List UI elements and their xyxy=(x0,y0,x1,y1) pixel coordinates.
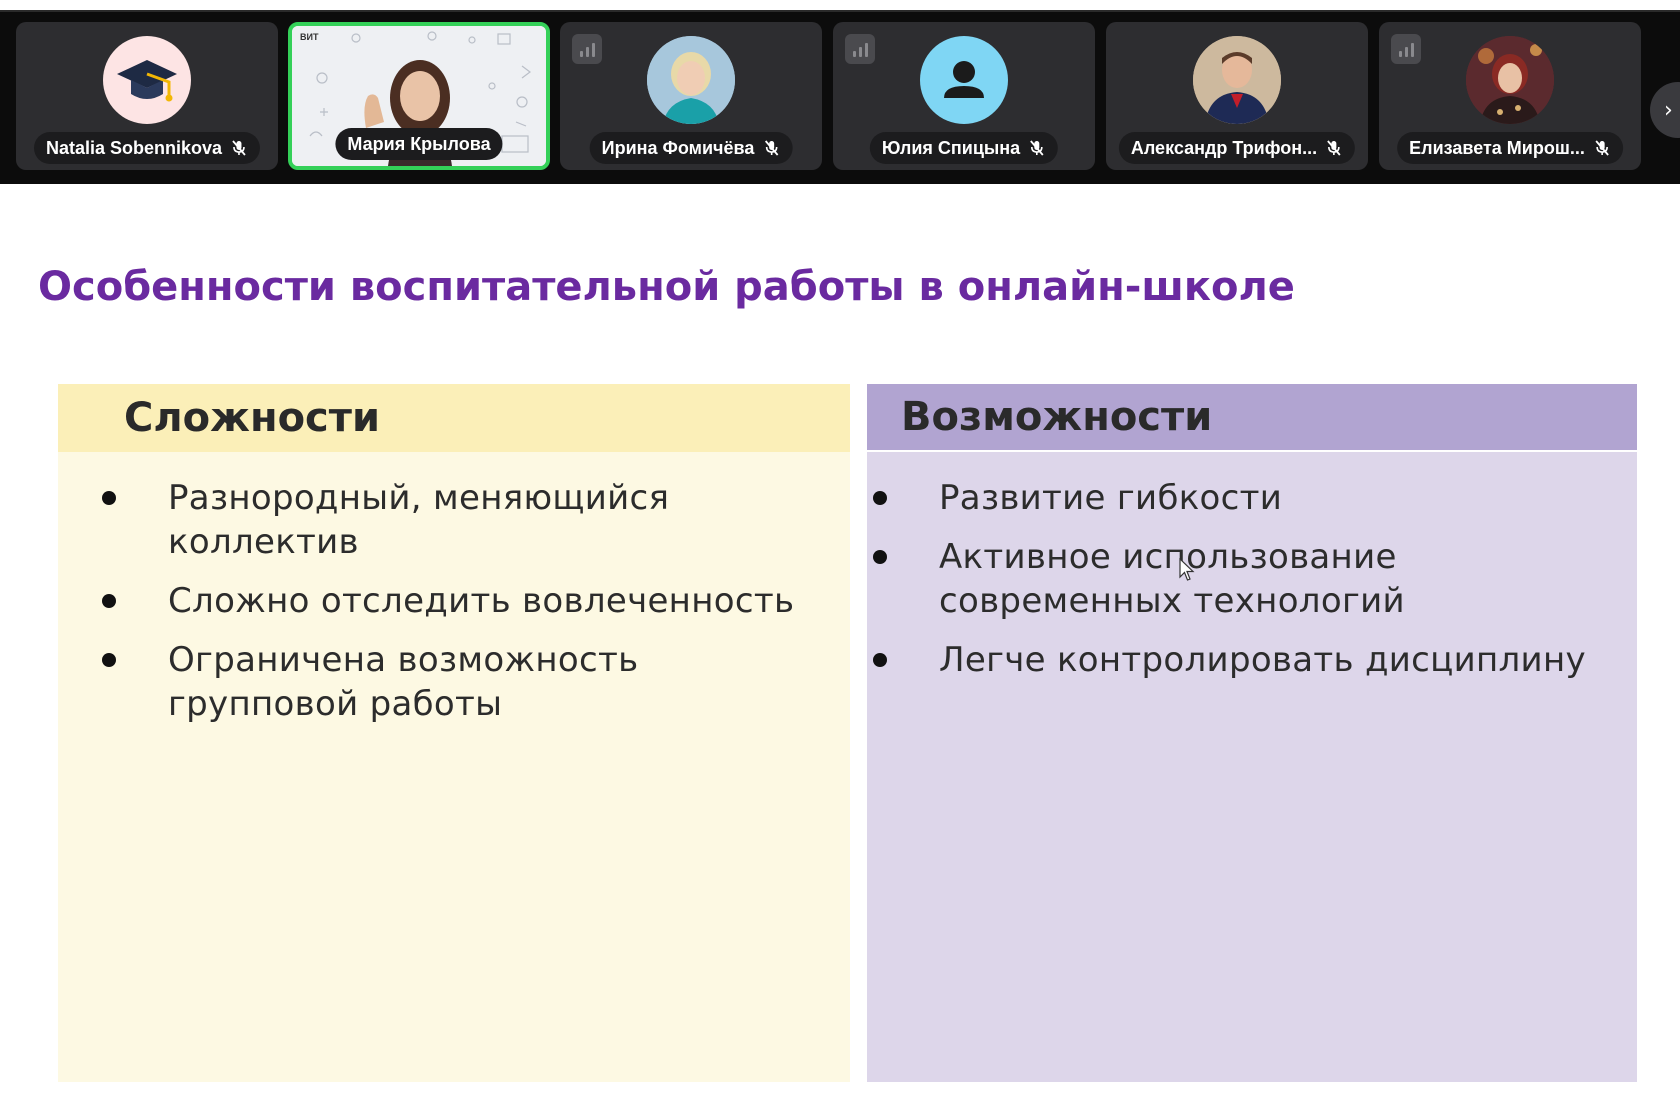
list-item: Сложно отследить вовлеченность xyxy=(102,579,830,623)
mouse-cursor-icon xyxy=(1179,558,1195,581)
participant-tile[interactable]: Ирина Фомичёва xyxy=(560,22,822,170)
list-item: Развитие гибкости xyxy=(873,476,1617,520)
bullet-icon xyxy=(873,491,887,505)
list-item: Разнородный, меняющийся коллектив xyxy=(102,476,830,564)
list-item: Активное использование современных техно… xyxy=(873,535,1617,623)
list-item-text: Развитие гибкости xyxy=(939,478,1283,518)
participant-name: Natalia Sobennikova xyxy=(45,137,223,158)
challenges-heading: Сложности xyxy=(58,384,850,452)
participant-tile[interactable]: Natalia Sobennikova xyxy=(16,22,278,170)
window-top-edge xyxy=(0,0,1680,12)
bullet-icon xyxy=(873,653,887,667)
list-item-text: Ограничена возможность групповой работы xyxy=(168,640,639,724)
signal-strength-icon xyxy=(572,34,602,64)
participant-name-pill: Ирина Фомичёва xyxy=(589,132,793,164)
participant-tile[interactable]: Александр Трифон... xyxy=(1106,22,1368,170)
opportunities-list: Развитие гибкости Активное использование… xyxy=(867,452,1637,682)
list-item-text: Сложно отследить вовлеченность xyxy=(168,581,795,621)
signal-strength-icon xyxy=(1391,34,1421,64)
svg-text:ВИТ: ВИТ xyxy=(300,32,319,42)
participants-strip: Natalia Sobennikova ВИТ Мария Крылова Ир… xyxy=(0,12,1680,184)
participant-tile[interactable]: Елизавета Мирош... xyxy=(1379,22,1641,170)
list-item-text: Легче контролировать дисциплину xyxy=(939,640,1586,680)
bullet-icon xyxy=(102,594,116,608)
list-item: Легче контролировать дисциплину xyxy=(873,638,1617,682)
list-item-text: Активное использование современных техно… xyxy=(939,537,1405,621)
graduation-cap-icon xyxy=(103,36,191,124)
participant-name-pill: Мария Крылова xyxy=(335,128,503,160)
bullet-icon xyxy=(102,653,116,667)
mic-off-icon xyxy=(1030,140,1044,156)
participant-name: Юлия Спицына xyxy=(881,137,1021,158)
participant-tile-active[interactable]: ВИТ Мария Крылова xyxy=(288,22,550,170)
participant-name: Александр Трифон... xyxy=(1130,137,1318,158)
list-item: Ограничена возможность групповой работы xyxy=(102,638,830,726)
mic-off-icon xyxy=(232,140,246,156)
opportunities-heading: Возможности xyxy=(867,384,1637,452)
chevron-right-icon[interactable]: › xyxy=(1650,82,1680,138)
signal-strength-icon xyxy=(845,34,875,64)
opportunities-panel: Возможности Развитие гибкости Активное и… xyxy=(867,384,1637,1082)
mic-off-icon xyxy=(764,140,779,156)
challenges-list: Разнородный, меняющийся коллектив Сложно… xyxy=(58,452,850,726)
participant-name-pill: Александр Трифон... xyxy=(1118,132,1356,164)
participant-photo xyxy=(647,36,735,124)
bullet-icon xyxy=(873,550,887,564)
participant-tile[interactable]: Юлия Спицына xyxy=(833,22,1095,170)
mic-off-icon xyxy=(1595,140,1609,156)
participant-photo xyxy=(1466,36,1554,124)
person-silhouette-icon xyxy=(920,36,1008,124)
bullet-icon xyxy=(102,491,116,505)
participant-name: Елизавета Мирош... xyxy=(1409,137,1585,158)
participant-name-pill: Natalia Sobennikova xyxy=(33,132,261,164)
list-item-text: Разнородный, меняющийся коллектив xyxy=(168,478,670,562)
participant-name: Мария Крылова xyxy=(347,133,491,154)
participant-name: Ирина Фомичёва xyxy=(601,137,755,158)
challenges-panel: Сложности Разнородный, меняющийся коллек… xyxy=(58,384,850,1082)
participant-name-pill: Юлия Спицына xyxy=(869,132,1059,164)
participant-name-pill: Елизавета Мирош... xyxy=(1397,132,1623,164)
participant-photo xyxy=(1193,36,1281,124)
mic-off-icon xyxy=(1327,140,1341,156)
slide-title: Особенности воспитательной работы в онла… xyxy=(38,264,1295,310)
